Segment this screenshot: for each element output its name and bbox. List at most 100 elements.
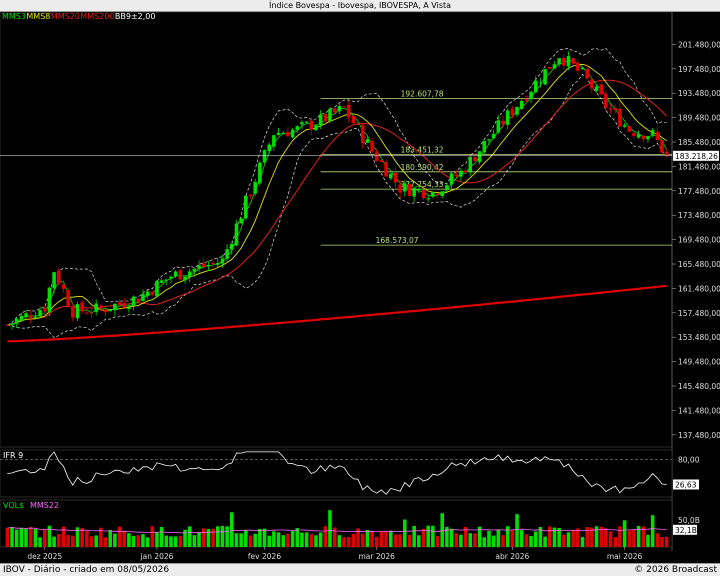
volume-bar [258, 528, 262, 547]
volume-bar [547, 526, 552, 547]
candle-body [187, 271, 192, 278]
candle-body [519, 100, 524, 109]
candle-body [10, 323, 14, 325]
candle-body [94, 303, 98, 312]
volume-bar [618, 526, 622, 547]
candle-body [286, 131, 290, 137]
candle-body [374, 151, 379, 161]
volume-bar [501, 535, 505, 547]
candle-body [342, 106, 346, 108]
candle-body [206, 265, 211, 267]
candle-body [524, 98, 529, 101]
candle-body [505, 110, 510, 125]
volume-bar [342, 537, 346, 547]
volume-bar [52, 536, 56, 547]
volume-bar [314, 535, 318, 547]
candle-body [501, 120, 505, 125]
y-tick-label: 153.480,00 [678, 333, 720, 342]
volume-bar [94, 535, 98, 547]
volume-bar [145, 537, 150, 547]
y-tick-label: 137.480,00 [678, 431, 720, 440]
candle-body [113, 303, 117, 311]
candle-body [5, 324, 10, 326]
candle-body [496, 120, 501, 133]
y-tick-label: 165.480,00 [678, 260, 720, 269]
legend-item: BB9±2,00 [115, 12, 156, 21]
volume-bar [374, 536, 379, 547]
volume-bar [398, 534, 402, 547]
y-tick-label: 161.480,00 [678, 284, 720, 293]
volume-bar [543, 536, 547, 547]
volume-bar [230, 512, 234, 547]
candle-body [314, 125, 318, 131]
volume-bar [286, 533, 290, 547]
volume-bar [131, 535, 136, 547]
candle-body [19, 315, 24, 321]
volume-bar [19, 528, 24, 547]
candle-body [150, 292, 155, 295]
candle-body [449, 173, 454, 185]
volume-bar [89, 536, 94, 547]
candle-body [253, 181, 257, 194]
candle-body [403, 183, 407, 192]
fib-level-label: 192.607,78 [401, 90, 444, 99]
candle-body [562, 57, 566, 66]
candle-body [356, 123, 360, 125]
price-frame [0, 12, 673, 448]
candle-body [117, 302, 122, 305]
y-tick-label: 149.480,00 [678, 358, 720, 367]
volume-bar [71, 535, 75, 547]
fib-level-label: 180.590,42 [401, 163, 444, 172]
legend-item: MMS20 [51, 12, 80, 21]
volume-bar [192, 535, 197, 547]
chart-area[interactable]: 201.480,00 197.480,00 193.480,00 189.480,00… [0, 12, 720, 563]
volume-panel: VOL$ MMS22 50,0B32,1B [0, 499, 700, 548]
candle-body [131, 296, 136, 306]
candle-body [56, 270, 61, 285]
volume-bar [33, 528, 38, 547]
x-tick-label: jan 2026 [140, 552, 174, 561]
candle-body [547, 66, 552, 69]
candle-body [459, 170, 463, 177]
candle-body [576, 62, 580, 71]
volume-bar [613, 537, 618, 547]
volume-bar [234, 533, 239, 547]
candle-body [155, 280, 159, 297]
candle-body [234, 223, 239, 246]
x-tick-label: dez 2025 [27, 552, 62, 561]
candle-body [360, 124, 365, 144]
candle-body [632, 133, 636, 136]
candle-body [178, 269, 183, 280]
volume-bar [346, 537, 351, 547]
candle-body [103, 309, 108, 313]
volume-bar [10, 527, 14, 547]
candle-body [412, 187, 416, 197]
candle-body [650, 130, 655, 135]
candle-body [220, 258, 225, 264]
volume-bar [524, 534, 529, 547]
volume-bar [136, 535, 141, 547]
candle-body [215, 263, 220, 265]
candle-body [159, 280, 164, 283]
candle-body [28, 315, 33, 319]
volume-bar [173, 536, 178, 547]
volume-bar [187, 526, 192, 547]
volume-bar [56, 534, 61, 547]
candle-body [145, 291, 150, 296]
candle-body [225, 249, 229, 259]
candle-body [197, 265, 201, 269]
volume-bar [566, 532, 571, 547]
candle-body [24, 313, 28, 318]
candle-body [47, 287, 52, 313]
candle-body [244, 195, 248, 219]
volume-bar [660, 537, 664, 547]
candle-body [272, 135, 276, 147]
candle-body [585, 68, 589, 79]
volume-bar [318, 532, 323, 547]
candle-body [417, 189, 421, 191]
volume-subtitle: MMS22 [30, 501, 59, 510]
volume-bar [468, 533, 473, 547]
volume-bar [80, 527, 84, 547]
candle-body [108, 309, 112, 311]
candle-body [510, 109, 515, 116]
